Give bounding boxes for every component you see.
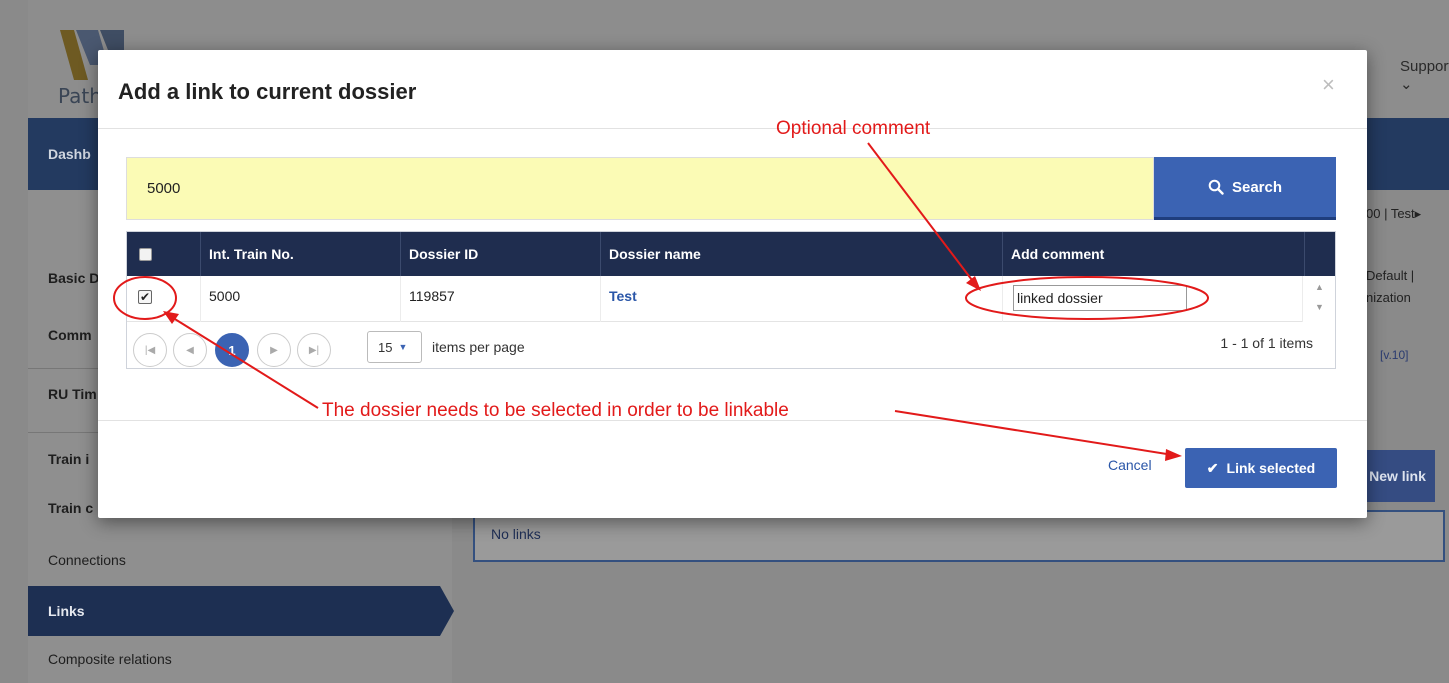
header-select-all	[127, 232, 201, 276]
search-button[interactable]: Search	[1154, 157, 1336, 220]
select-all-checkbox[interactable]	[139, 248, 152, 261]
page-size-select[interactable]: 15 ▼	[367, 331, 422, 363]
first-page-icon[interactable]: |◀	[133, 333, 167, 367]
sidebar-item-basic-data[interactable]: Basic D	[48, 270, 99, 286]
cell-dossier-id: 119857	[401, 276, 601, 322]
sidebar-item-train-info[interactable]: Train i	[48, 451, 89, 467]
sidebar-item-connections[interactable]: Connections	[48, 552, 126, 568]
items-per-page-label: items per page	[432, 339, 525, 355]
scroll-up-icon[interactable]: ▲	[1315, 282, 1324, 292]
page-size-value: 15	[378, 339, 393, 355]
dialog-title: Add a link to current dossier	[118, 79, 417, 104]
cancel-link[interactable]: Cancel	[1108, 457, 1152, 473]
grid-header: Int. Train No. Dossier ID Dossier name A…	[127, 232, 1335, 276]
nav-item-dashboard[interactable]: Dashb	[48, 146, 91, 162]
sidebar-item-train-composition[interactable]: Train c	[48, 500, 93, 516]
comment-input[interactable]	[1013, 285, 1187, 311]
search-button-label: Search	[1231, 178, 1283, 196]
add-link-dialog: Add a link to current dossier × Search I…	[98, 50, 1367, 518]
grid-scrollbar[interactable]: ▲ ▼	[1303, 276, 1335, 322]
breadcrumb: 00 | Test▸	[1366, 206, 1422, 221]
sidebar-item-comments[interactable]: Comm	[48, 327, 92, 343]
search-input[interactable]	[127, 158, 1153, 219]
last-page-icon[interactable]: ▶|	[297, 333, 331, 367]
caret-down-icon: ▼	[398, 342, 408, 352]
table-row[interactable]: ✔ 5000 119857 Test	[127, 276, 1335, 322]
chevron-down-icon: ⌄	[1400, 76, 1413, 93]
column-header-dossier-id[interactable]: Dossier ID	[401, 232, 601, 276]
info-box: Default | nization	[1366, 265, 1414, 309]
prev-page-icon[interactable]: ◀	[173, 333, 207, 367]
info-line: nization	[1366, 290, 1411, 305]
column-header-dossier-name[interactable]: Dossier name	[601, 232, 1003, 276]
dossier-name-link[interactable]: Test	[609, 288, 637, 304]
support-menu[interactable]: Support ⌄	[1400, 58, 1449, 93]
link-selected-button[interactable]: ✔ Link selected	[1185, 448, 1337, 488]
cell-train-no: 5000	[201, 276, 401, 322]
search-field-wrapper	[126, 157, 1154, 220]
page-1-button[interactable]: 1	[215, 333, 249, 367]
version-label: [v.10]	[1380, 348, 1409, 362]
checkmark-icon: ✔	[1206, 459, 1219, 476]
pager: |◀ ◀ 1 ▶ ▶| 15 ▼ items per page 1 - 1 of…	[127, 322, 1335, 368]
cell-dossier-name: Test	[601, 276, 1003, 322]
next-page-icon[interactable]: ▶	[257, 333, 291, 367]
info-line: Default |	[1366, 268, 1415, 283]
dossier-grid: Int. Train No. Dossier ID Dossier name A…	[126, 231, 1336, 369]
search-icon	[1208, 179, 1224, 195]
link-selected-label: Link selected	[1226, 460, 1316, 476]
sidebar-item-composite-relations[interactable]: Composite relations	[48, 651, 172, 667]
no-links-text: No links	[491, 526, 541, 542]
row-checkbox[interactable]: ✔	[138, 290, 152, 304]
column-header-add-comment[interactable]: Add comment	[1003, 232, 1305, 276]
header-divider	[98, 128, 1367, 129]
scroll-down-icon[interactable]: ▼	[1315, 302, 1324, 312]
pager-info: 1 - 1 of 1 items	[1220, 335, 1313, 351]
sidebar-item-links-active[interactable]	[28, 586, 454, 636]
optional-comment-note: Optional comment	[776, 118, 931, 139]
sidebar-item-ru-timetable[interactable]: RU Tim	[48, 386, 97, 402]
sidebar-item-links[interactable]: Links	[48, 603, 85, 619]
close-icon[interactable]: ×	[1322, 72, 1335, 98]
column-header-train-no[interactable]: Int. Train No.	[201, 232, 401, 276]
row-select-cell: ✔	[127, 276, 201, 322]
selection-required-note: The dossier needs to be selected in orde…	[322, 400, 789, 421]
new-link-button[interactable]: New link	[1360, 450, 1435, 502]
